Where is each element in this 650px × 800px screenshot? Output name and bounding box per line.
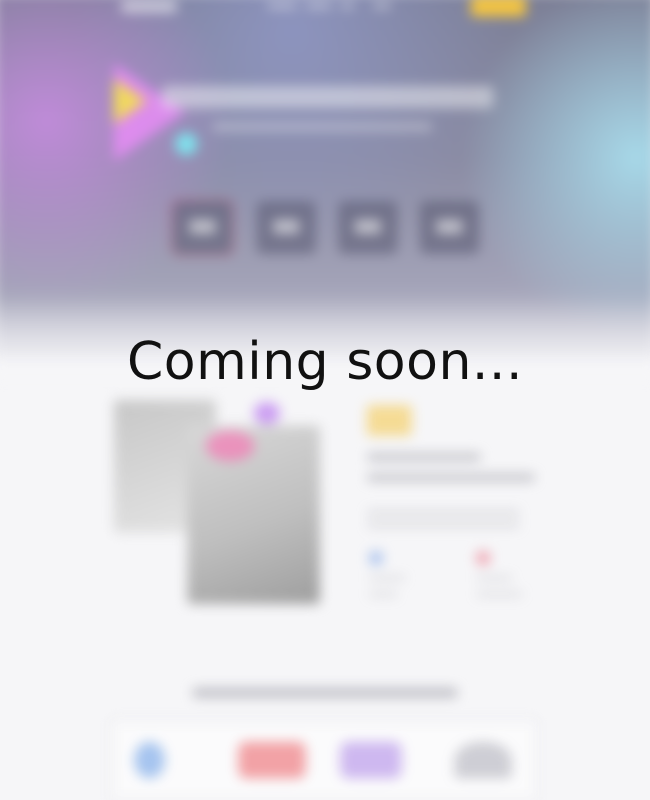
coming-soon-overlay: Coming soon...: [0, 0, 650, 800]
coming-soon-message: Coming soon...: [127, 332, 523, 392]
coming-soon-page: Coming soon...: [0, 0, 650, 800]
